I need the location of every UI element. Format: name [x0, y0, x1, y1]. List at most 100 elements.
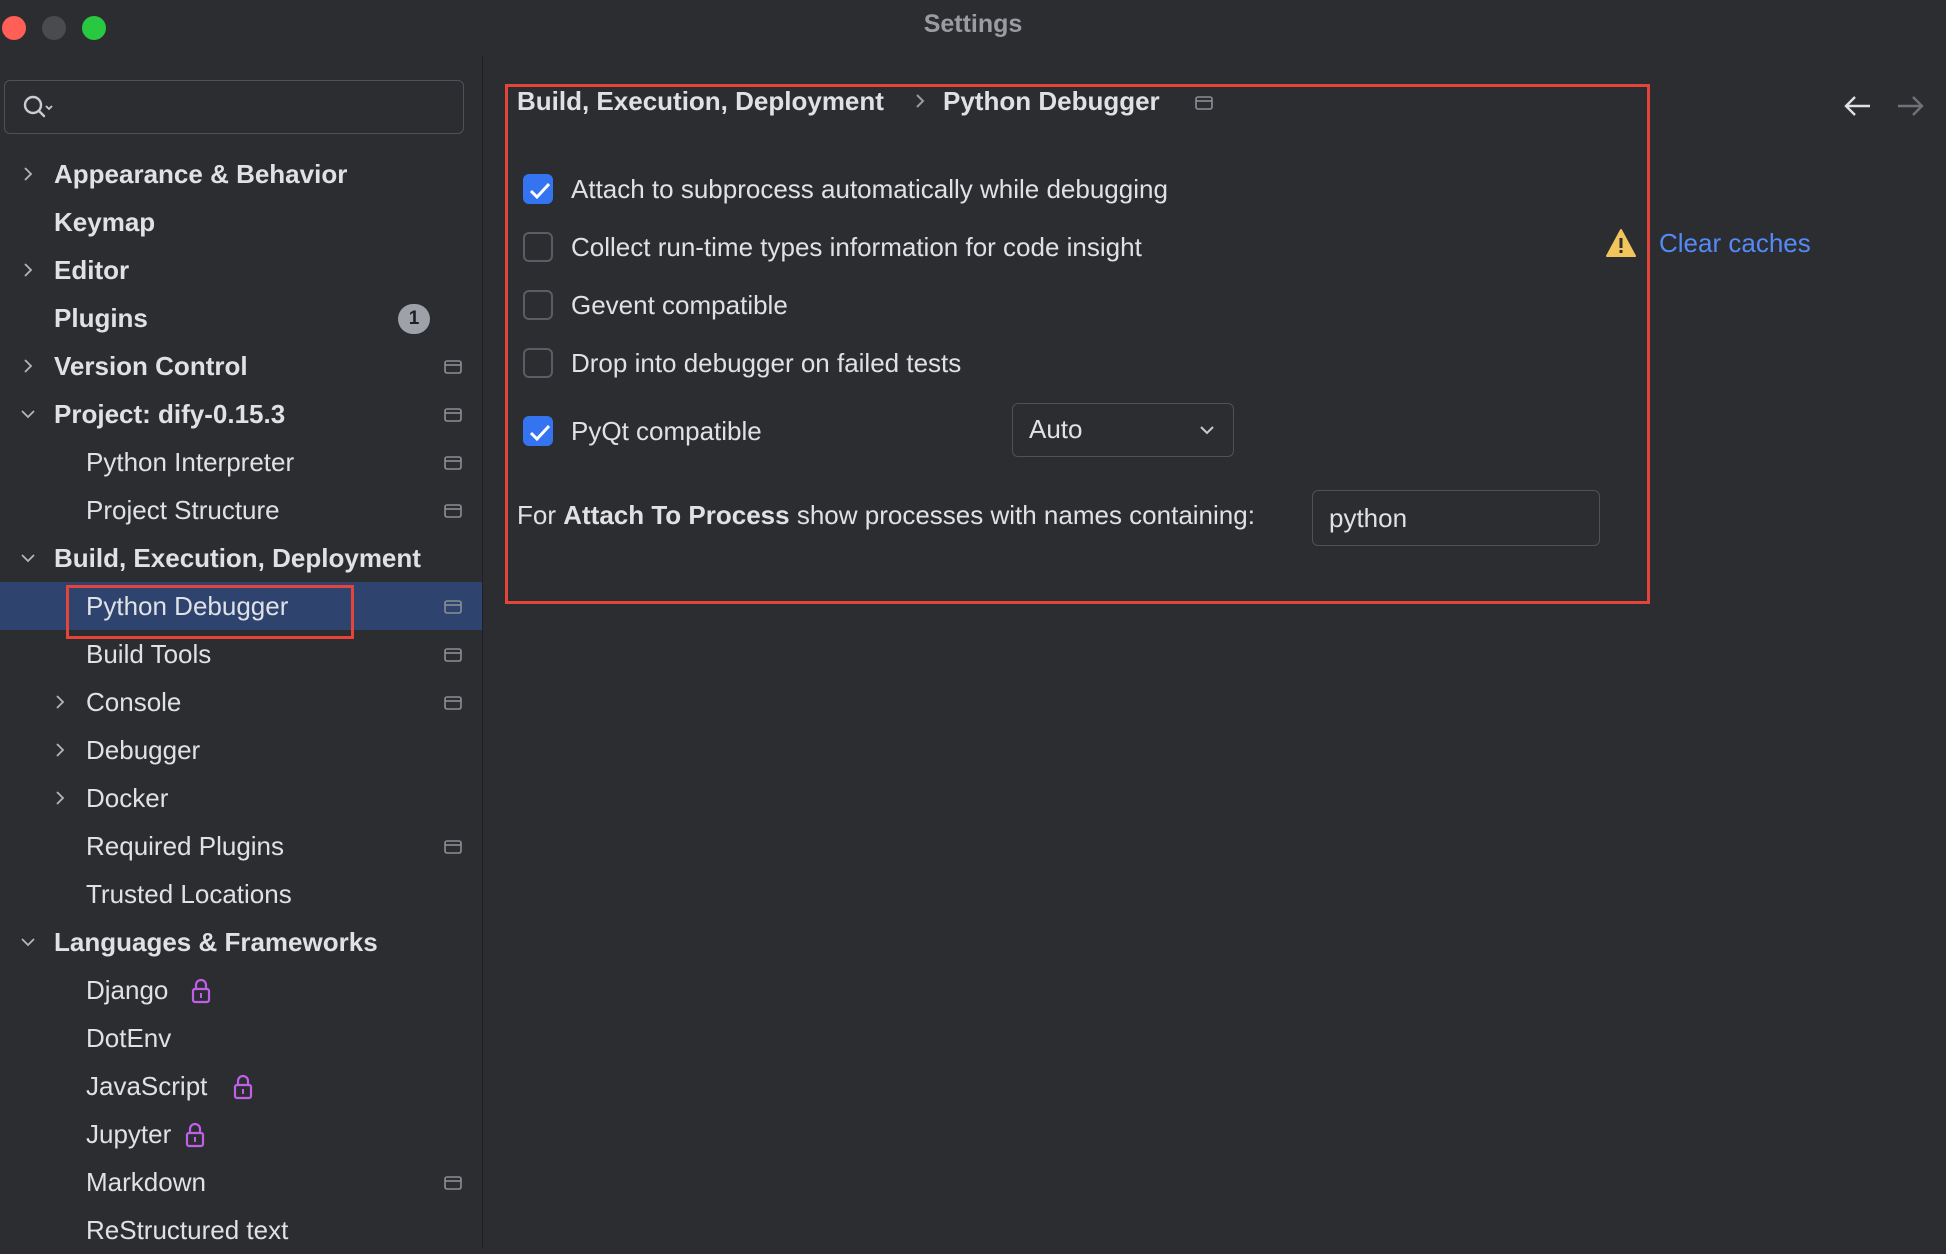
tree-item-version-control[interactable]: Version Control [0, 342, 482, 390]
tree-item-python-debugger[interactable]: Python Debugger [0, 582, 482, 639]
process-name-filter-value: python [1329, 503, 1408, 533]
pyqt-checkbox[interactable] [523, 416, 553, 446]
project-settings-icon [444, 600, 462, 614]
project-settings-icon [444, 360, 462, 374]
tree-item-label: DotEnv [86, 1023, 172, 1053]
tree-item-django[interactable]: Django [0, 966, 482, 1014]
chevron-right-icon[interactable] [52, 790, 68, 806]
tree-item-trusted-locations[interactable]: Trusted Locations [0, 870, 482, 918]
gevent-checkbox[interactable] [523, 290, 553, 320]
chevron-right-icon[interactable] [20, 358, 36, 374]
tree-item-label: Python Interpreter [86, 447, 295, 477]
search-icon [23, 95, 53, 118]
tree-item-build-tools[interactable]: Build Tools [0, 630, 482, 678]
pyqt-option[interactable]: PyQt compatible [523, 412, 823, 452]
tree-item-label: Project: dify-0.15.3 [54, 399, 286, 429]
tree-item-jupyter[interactable]: Jupyter [0, 1110, 482, 1158]
chevron-right-icon[interactable] [52, 742, 68, 758]
attach-to-process-label: For Attach To Process show processes wit… [517, 500, 1255, 530]
breadcrumb-parent[interactable]: Build, Execution, Deployment [517, 86, 884, 117]
drop-into-debugger-option[interactable]: Drop into debugger on failed tests [523, 344, 1023, 384]
project-settings-icon [444, 648, 462, 662]
tree-item-label: Markdown [86, 1167, 206, 1197]
checkmark-icon [529, 182, 551, 200]
tree-item-label: Version Control [54, 351, 248, 381]
tree-item-label: Docker [86, 783, 169, 813]
tree-item-build-execution-deployment[interactable]: Build, Execution, Deployment [0, 534, 482, 582]
tree-item-label: Plugins [54, 303, 148, 333]
attach-subprocess-checkbox[interactable] [523, 174, 553, 204]
tree-item-python-interpreter[interactable]: Python Interpreter [0, 438, 482, 486]
project-settings-icon [444, 1176, 462, 1190]
tree-item-languages-frameworks[interactable]: Languages & Frameworks [0, 918, 482, 966]
project-settings-icon [444, 456, 462, 470]
project-settings-icon [444, 504, 462, 518]
attach-subprocess-label: Attach to subprocess automatically while… [571, 174, 1168, 204]
tree-item-debugger[interactable]: Debugger [0, 726, 482, 774]
tree-item-label: Build Tools [86, 639, 212, 669]
back-arrow-icon[interactable] [1843, 94, 1873, 118]
tree-item-label: Build, Execution, Deployment [54, 543, 421, 573]
project-settings-icon [444, 696, 462, 710]
window-title: Settings [923, 10, 1023, 38]
gevent-option[interactable]: Gevent compatible [523, 286, 923, 326]
chevron-right-icon[interactable] [52, 694, 68, 710]
tree-item-label: ReStructured text [86, 1215, 289, 1245]
chevron-right-icon[interactable] [20, 166, 36, 182]
update-count-badge: 1 [398, 304, 430, 334]
lock-icon [185, 1122, 205, 1148]
collect-types-option[interactable]: Collect run-time types information for c… [523, 228, 1223, 268]
tree-item-docker[interactable]: Docker [0, 774, 482, 822]
tree-item-label: Console [86, 687, 182, 717]
project-settings-icon [1195, 96, 1213, 110]
lock-icon [233, 1074, 253, 1100]
chevron-down-icon[interactable] [20, 406, 36, 422]
tree-item-javascript[interactable]: JavaScript [0, 1062, 482, 1110]
settings-tree: Appearance & Behavior Keymap Editor Plugins… [0, 150, 482, 1254]
forward-arrow-icon[interactable] [1895, 94, 1925, 118]
tree-item-label: JavaScript [86, 1071, 208, 1101]
settings-sidebar: Appearance & Behavior Keymap Editor Plugins… [0, 56, 483, 1248]
chevron-right-icon[interactable] [20, 262, 36, 278]
chevron-down-icon[interactable] [20, 550, 36, 566]
title-bar: Settings [0, 0, 1946, 56]
breadcrumb-current: Python Debugger [943, 86, 1160, 116]
tree-item-label: Keymap [54, 207, 156, 237]
tree-item-restructured-text[interactable]: ReStructured text [0, 1206, 482, 1254]
tree-item-label: Jupyter [86, 1119, 172, 1149]
tree-item-project-structure[interactable]: Project Structure [0, 486, 482, 534]
collect-types-label: Collect run-time types information for c… [571, 232, 1142, 262]
tree-item-dotenv[interactable]: DotEnv [0, 1014, 482, 1062]
lock-icon [191, 978, 211, 1004]
tree-item-markdown[interactable]: Markdown [0, 1158, 482, 1206]
chevron-down-icon[interactable] [20, 934, 36, 950]
drop-into-debugger-label: Drop into debugger on failed tests [571, 348, 962, 378]
tree-item-project-dify-0-15-3[interactable]: Project: dify-0.15.3 [0, 390, 482, 438]
drop-into-debugger-checkbox[interactable] [523, 348, 553, 378]
process-name-filter-input[interactable]: python [1312, 490, 1600, 546]
tree-item-console[interactable]: Console [0, 678, 482, 726]
tree-item-keymap[interactable]: Keymap [0, 198, 482, 246]
settings-panel: Build, Execution, Deployment Python Debu… [483, 56, 1946, 1248]
tree-item-label: Languages & Frameworks [54, 927, 378, 957]
warning-icon [1606, 229, 1636, 257]
tree-item-label: Project Structure [86, 495, 280, 525]
tree-item-plugins[interactable]: Plugins 1 [0, 294, 482, 342]
collect-types-checkbox[interactable] [523, 232, 553, 262]
tree-item-appearance-behavior[interactable]: Appearance & Behavior [0, 150, 482, 198]
project-settings-icon [444, 840, 462, 854]
tree-item-required-plugins[interactable]: Required Plugins [0, 822, 482, 870]
chevron-down-icon [1200, 426, 1214, 435]
tree-item-label: Appearance & Behavior [54, 159, 348, 189]
tree-item-label: Required Plugins [86, 831, 285, 861]
checkmark-icon [529, 424, 551, 442]
tree-item-label: Editor [54, 255, 130, 285]
clear-caches-link[interactable]: Clear caches [1659, 228, 1811, 259]
search-input[interactable] [4, 80, 464, 134]
tree-item-label: Django [86, 975, 169, 1005]
chevron-right-icon [916, 94, 925, 108]
project-settings-icon [444, 408, 462, 422]
attach-subprocess-option[interactable]: Attach to subprocess automatically while… [523, 170, 1223, 210]
tree-item-editor[interactable]: Editor [0, 246, 482, 294]
pyqt-mode-select[interactable]: Auto [1012, 403, 1234, 457]
